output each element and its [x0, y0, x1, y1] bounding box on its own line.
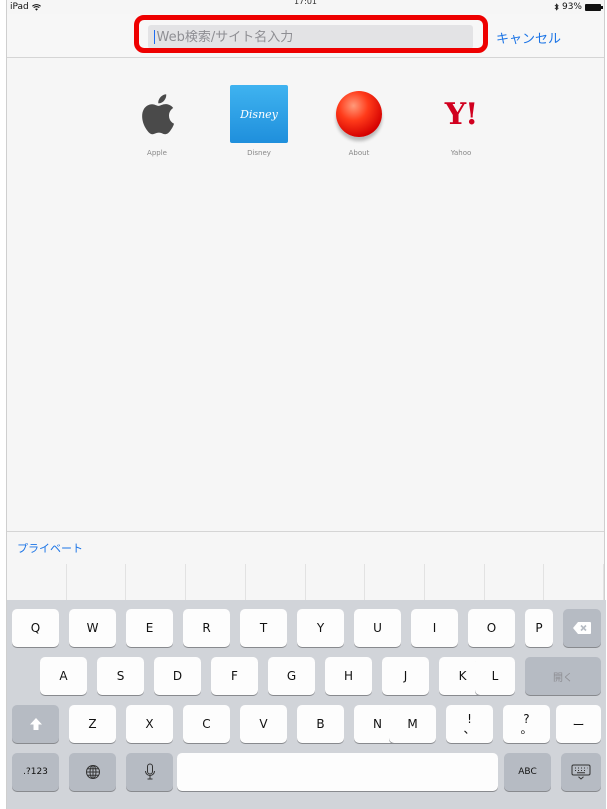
keyboard-candidate-bar — [7, 564, 605, 600]
candidate-cell[interactable] — [7, 564, 67, 600]
favorite-label: Disney — [247, 149, 271, 157]
yahoo-logo-icon: Y! — [432, 85, 490, 143]
status-bar: iPad 17:01 93% — [7, 0, 604, 14]
key-s[interactable]: S — [97, 657, 144, 695]
favorite-label: About — [348, 149, 370, 157]
microphone-icon — [144, 763, 155, 780]
favorite-label: Apple — [147, 149, 167, 157]
key-v[interactable]: V — [240, 705, 287, 743]
key-t[interactable]: T — [240, 609, 287, 647]
search-highlight-frame — [134, 15, 488, 53]
divider — [7, 531, 604, 532]
favorite-disney[interactable]: Disney Disney — [224, 85, 294, 157]
key-h[interactable]: H — [325, 657, 372, 695]
key-a[interactable]: A — [40, 657, 87, 695]
key-q[interactable]: Q — [12, 609, 59, 647]
key-m[interactable]: M — [389, 705, 436, 743]
keyboard-dismiss-icon — [571, 764, 591, 780]
key-exclaim-comma[interactable]: ! 、 — [446, 705, 493, 743]
key-x[interactable]: X — [126, 705, 173, 743]
battery-percent: 93% — [561, 2, 582, 12]
return-key[interactable]: 開く — [525, 657, 601, 695]
ipad-screen: iPad 17:01 93% キャンセル — [6, 0, 606, 809]
candidate-cell[interactable] — [425, 564, 485, 600]
red-ball-icon — [336, 91, 382, 137]
key-w[interactable]: W — [69, 609, 116, 647]
key-u[interactable]: U — [354, 609, 401, 647]
key-long-dash[interactable]: ー — [556, 705, 601, 743]
key-l[interactable]: L — [475, 657, 515, 695]
key-question-period[interactable]: ? 。 — [503, 705, 550, 743]
key-c[interactable]: C — [183, 705, 230, 743]
apple-logo-icon — [142, 94, 174, 135]
key-bottom-char: 。 — [520, 722, 533, 736]
private-browsing-button[interactable]: プライベート — [17, 540, 83, 556]
space-bar[interactable] — [177, 753, 498, 791]
key-o[interactable]: O — [468, 609, 515, 647]
favorite-apple[interactable]: Apple — [122, 85, 192, 157]
key-e[interactable]: E — [126, 609, 173, 647]
key-g[interactable]: G — [268, 657, 315, 695]
delete-icon — [573, 622, 591, 634]
key-b[interactable]: B — [297, 705, 344, 743]
candidate-cell[interactable] — [485, 564, 545, 600]
favorite-label: Yahoo — [450, 149, 472, 157]
favorite-yahoo[interactable]: Y! Yahoo — [426, 85, 496, 158]
numbers-key[interactable]: .?123 — [12, 753, 59, 791]
clock: 17:01 — [293, 0, 318, 6]
candidate-cell[interactable] — [126, 564, 187, 600]
candidate-cell[interactable] — [186, 564, 246, 600]
candidate-cell[interactable] — [365, 564, 425, 600]
backspace-key[interactable] — [563, 609, 601, 647]
key-y[interactable]: Y — [297, 609, 344, 647]
abc-key[interactable]: ABC — [504, 753, 551, 791]
shift-key[interactable] — [12, 705, 59, 743]
key-p[interactable]: P — [525, 609, 553, 647]
candidate-cell[interactable] — [306, 564, 366, 600]
key-z[interactable]: Z — [69, 705, 116, 743]
software-keyboard: Q W E R T Y U I O P A S D F G H J K L 開く — [7, 600, 606, 809]
key-bottom-char: 、 — [463, 722, 476, 736]
disney-logo-icon: Disney — [230, 85, 288, 143]
globe-icon — [85, 765, 100, 779]
key-f[interactable]: F — [211, 657, 258, 695]
shift-arrow-icon — [29, 718, 42, 730]
hide-keyboard-key[interactable] — [561, 753, 601, 791]
address-bar: キャンセル — [7, 14, 604, 58]
battery-icon — [585, 3, 603, 11]
key-d[interactable]: D — [154, 657, 201, 695]
cancel-button[interactable]: キャンセル — [496, 28, 561, 47]
key-r[interactable]: R — [183, 609, 230, 647]
favorite-about[interactable]: About — [324, 85, 394, 157]
key-i[interactable]: I — [411, 609, 458, 647]
candidate-cell[interactable] — [544, 564, 605, 600]
candidate-cell[interactable] — [67, 564, 127, 600]
key-j[interactable]: J — [382, 657, 429, 695]
dictation-key[interactable] — [126, 753, 173, 791]
globe-key[interactable] — [69, 753, 116, 791]
disney-logo-text: Disney — [240, 107, 278, 121]
bluetooth-icon — [554, 3, 559, 11]
yahoo-logo-text: Y! — [444, 96, 479, 132]
candidate-cell[interactable] — [246, 564, 306, 600]
